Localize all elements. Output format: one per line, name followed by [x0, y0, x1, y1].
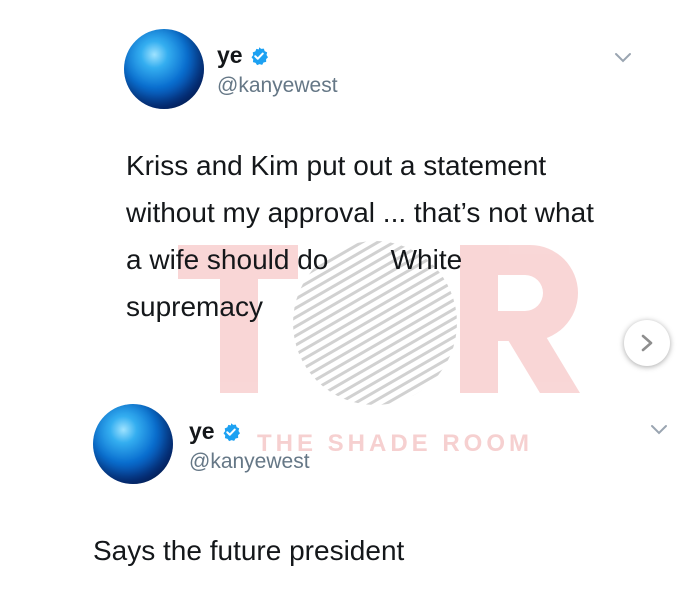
- chevron-right-icon: [641, 334, 653, 352]
- user-handle[interactable]: @kanyewest: [217, 74, 338, 98]
- avatar[interactable]: [124, 29, 204, 109]
- chevron-down-icon[interactable]: [650, 424, 668, 436]
- tweet-card-2[interactable]: ye @kanyewest Says the future president: [0, 380, 700, 590]
- tweet-text: Kriss and Kim put out a statement withou…: [126, 150, 602, 322]
- tweet-text: Says the future president: [93, 535, 405, 566]
- user-handle[interactable]: @kanyewest: [189, 450, 310, 474]
- tweet-card-1[interactable]: ye @kanyewest Kriss and Kim put out a st…: [0, 0, 700, 380]
- display-name[interactable]: ye: [217, 42, 243, 69]
- display-name[interactable]: ye: [189, 418, 215, 445]
- verified-badge-icon: [223, 422, 240, 441]
- chevron-down-icon[interactable]: [614, 52, 632, 64]
- avatar[interactable]: [93, 404, 173, 484]
- next-slide-button[interactable]: [624, 320, 670, 366]
- verified-badge-icon: [251, 46, 268, 65]
